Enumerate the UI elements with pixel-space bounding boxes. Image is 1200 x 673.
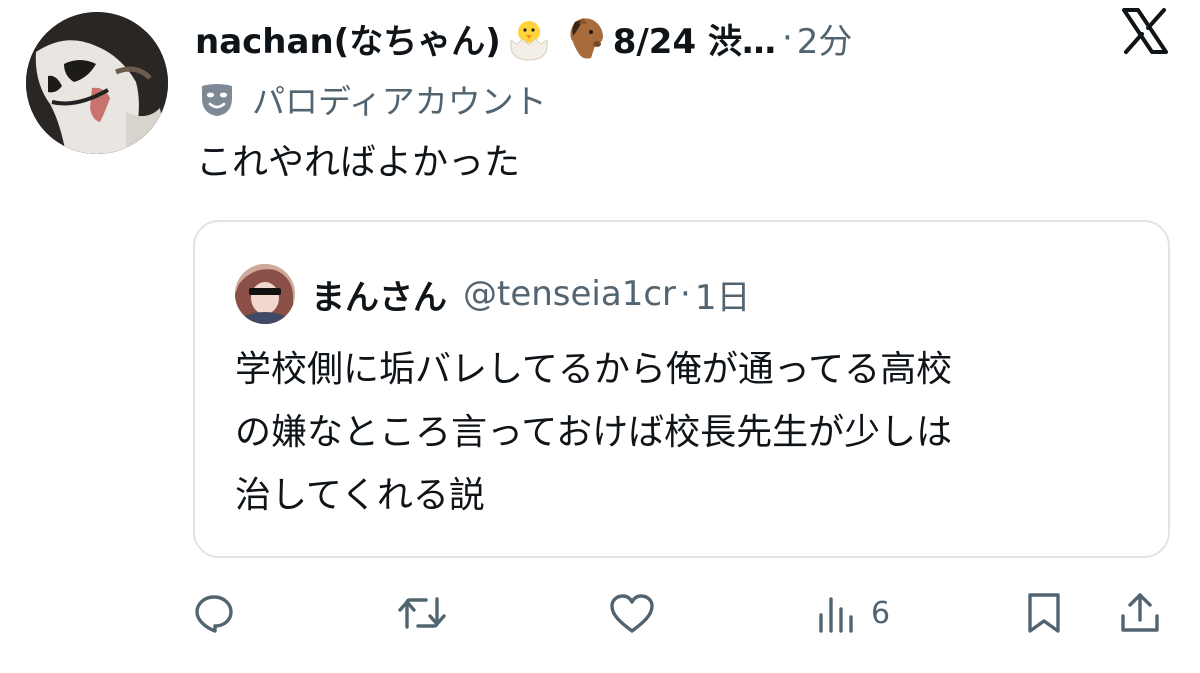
- like-icon: [608, 591, 656, 635]
- parody-account-label[interactable]: パロディアカウント: [198, 74, 547, 124]
- like-button[interactable]: [608, 585, 656, 641]
- horse-face-icon: [561, 14, 609, 62]
- views-count: 6: [871, 595, 891, 631]
- share-button[interactable]: [1118, 585, 1162, 641]
- parody-label-text: パロディアカウント: [252, 82, 547, 121]
- reply-icon: [192, 591, 236, 635]
- tweet-header: nachan(なちゃん) 8/24 渋… · 2分: [195, 8, 852, 68]
- quoted-text-line: 学校側に垢バレしてるから俺が通ってる高校: [235, 349, 953, 390]
- retweet-icon: [396, 591, 448, 635]
- quoted-author-avatar[interactable]: [235, 264, 295, 324]
- quoted-tweet-timestamp[interactable]: 1日: [695, 270, 751, 319]
- views-button[interactable]: 6: [815, 585, 890, 641]
- quoted-author-name[interactable]: まんさん: [311, 270, 447, 319]
- quoted-text-line: の嫌なところ言っておけば校長先生が少しは: [235, 412, 953, 453]
- tweet-action-bar: 6: [0, 585, 1200, 645]
- bookmark-icon: [1024, 590, 1064, 636]
- quoted-tweet-header: まんさん @tenseia1cr · 1日: [235, 264, 750, 324]
- author-display-name-suffix[interactable]: 8/24 渋…: [613, 14, 776, 63]
- header-separator: ·: [781, 18, 793, 58]
- author-display-name[interactable]: nachan(なちゃん): [195, 14, 501, 63]
- theater-mask-icon: [198, 80, 236, 118]
- quoted-text-line: 治してくれる説: [235, 475, 485, 516]
- bookmark-button[interactable]: [1024, 585, 1064, 641]
- x-logo-icon[interactable]: [1120, 6, 1170, 56]
- retweet-button[interactable]: [396, 585, 448, 641]
- quoted-author-handle[interactable]: @tenseia1cr: [463, 274, 676, 314]
- share-icon: [1118, 590, 1162, 636]
- hatching-chick-icon: [505, 14, 553, 62]
- author-avatar[interactable]: [26, 12, 168, 154]
- quoted-tweet-card[interactable]: まんさん @tenseia1cr · 1日 学校側に垢バレしてるから俺が通ってる…: [193, 220, 1170, 558]
- reply-button[interactable]: [192, 585, 236, 641]
- quoted-header-separator: ·: [680, 274, 691, 314]
- tweet-text: これやればよかった: [196, 142, 521, 183]
- tweet-timestamp[interactable]: 2分: [797, 14, 853, 63]
- quoted-tweet-text: 学校側に垢バレしてるから俺が通ってる高校 の嫌なところ言っておけば校長先生が少し…: [235, 338, 1135, 527]
- views-icon: [815, 591, 859, 635]
